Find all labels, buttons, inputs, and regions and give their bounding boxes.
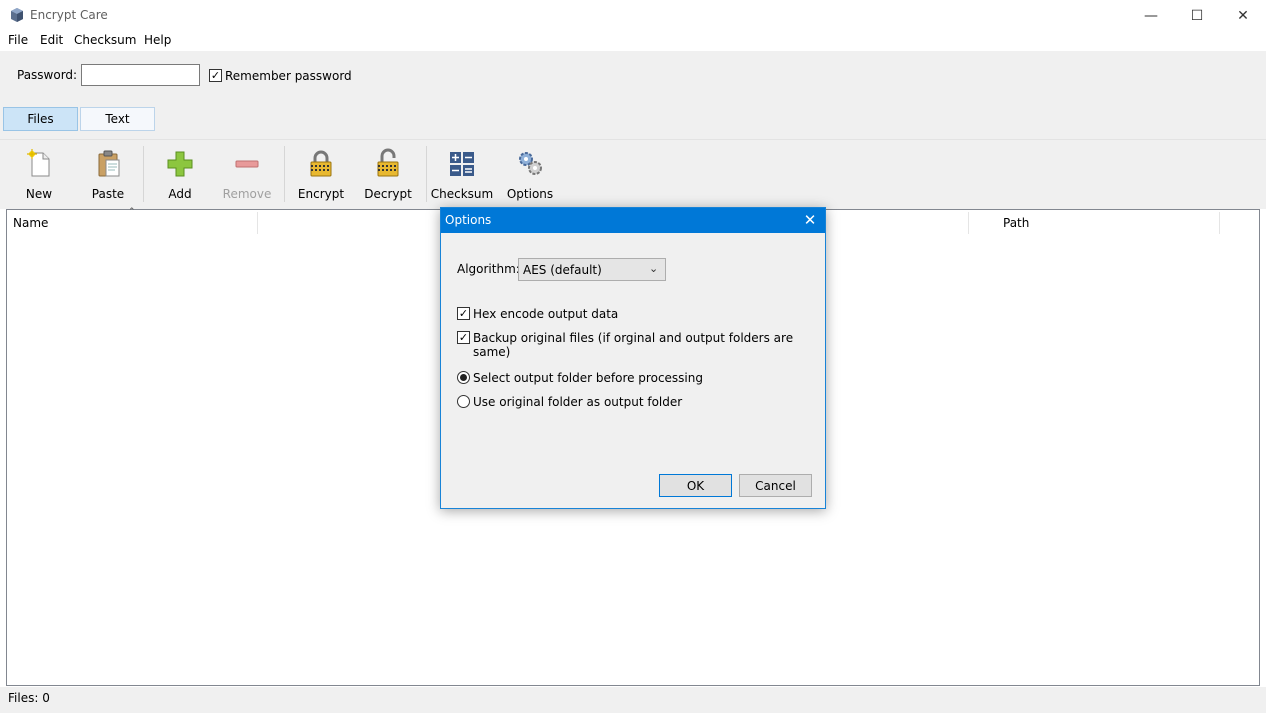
column-header-name[interactable]: Name	[13, 216, 48, 230]
minimize-icon: —	[1144, 7, 1158, 24]
menu-bar	[0, 31, 1266, 51]
use-original-folder-radio[interactable]	[457, 395, 470, 408]
select-output-folder-radio[interactable]	[457, 371, 470, 384]
encrypt-button[interactable]: Encrypt	[298, 148, 344, 202]
options-label: Options	[506, 187, 554, 201]
encrypt-label: Encrypt	[297, 187, 345, 201]
status-file-count: Files: 0	[8, 691, 50, 705]
maximize-icon: ☐	[1190, 7, 1204, 24]
dialog-title-bar	[441, 208, 825, 233]
algorithm-select[interactable]: AES (default) ⌄	[518, 258, 666, 281]
password-label: Password:	[17, 68, 78, 82]
column-divider[interactable]	[968, 212, 969, 234]
maximize-button[interactable]: ☐	[1174, 0, 1220, 31]
new-file-icon	[23, 148, 55, 180]
backup-files-label: Backup original files (if orginal and ou…	[473, 331, 794, 359]
password-input[interactable]	[81, 64, 200, 86]
toolbar-separator	[143, 146, 144, 202]
checksum-button[interactable]: Checksum	[430, 148, 494, 202]
dialog-close-button[interactable]: ✕	[799, 210, 821, 230]
add-label: Add	[168, 187, 192, 201]
remove-label: Remove	[222, 187, 272, 201]
menu-help[interactable]: Help	[144, 33, 171, 47]
options-dialog: Options ✕ Algorithm: AES (default) ⌄ ✓ H…	[440, 207, 826, 509]
backup-files-checkbox[interactable]: ✓	[457, 331, 470, 344]
column-header-path[interactable]: Path	[1003, 216, 1029, 230]
options-gear-icon	[514, 148, 546, 180]
column-divider[interactable]	[1219, 212, 1220, 234]
menu-checksum[interactable]: Checksum	[74, 33, 136, 47]
decrypt-label: Decrypt	[364, 187, 412, 201]
paste-icon	[92, 148, 124, 180]
checksum-label: Checksum	[430, 187, 494, 201]
status-bar	[0, 687, 1266, 713]
radio-selected-dot	[460, 374, 467, 381]
tab-divider	[0, 139, 1266, 140]
close-icon: ✕	[1237, 7, 1249, 24]
paste-label: Paste	[91, 187, 125, 201]
close-icon: ✕	[803, 211, 817, 229]
use-original-folder-label: Use original folder as output folder	[473, 395, 683, 409]
checksum-icon	[446, 148, 478, 180]
encrypt-lock-icon	[305, 148, 337, 180]
add-button[interactable]: Add	[158, 148, 202, 202]
menu-edit[interactable]: Edit	[40, 33, 63, 47]
ok-button[interactable]: OK	[659, 474, 732, 497]
dialog-title: Options	[445, 213, 492, 227]
hex-encode-label: Hex encode output data	[473, 307, 619, 321]
toolbar-separator	[284, 146, 285, 202]
window-title: Encrypt Care	[30, 8, 108, 22]
new-button[interactable]: New	[17, 148, 61, 202]
select-output-folder-label: Select output folder before processing	[473, 371, 703, 385]
decrypt-button[interactable]: Decrypt	[364, 148, 412, 202]
tab-files[interactable]: Files	[3, 107, 78, 131]
close-button[interactable]: ✕	[1220, 0, 1266, 31]
tab-text[interactable]: Text	[80, 107, 155, 131]
cancel-button[interactable]: Cancel	[739, 474, 812, 497]
menu-file[interactable]: File	[8, 33, 28, 47]
chevron-down-icon: ⌄	[649, 262, 659, 275]
options-button[interactable]: Options	[506, 148, 554, 202]
decrypt-lock-icon	[372, 148, 404, 180]
remove-icon	[231, 148, 263, 180]
remember-password-checkbox[interactable]: ✓	[209, 69, 222, 82]
hex-encode-checkbox[interactable]: ✓	[457, 307, 470, 320]
minimize-button[interactable]: —	[1128, 0, 1174, 31]
toolbar-separator	[426, 146, 427, 202]
column-divider[interactable]	[257, 212, 258, 234]
paste-button[interactable]: Paste	[86, 148, 130, 202]
remember-password-label: Remember password	[225, 69, 352, 83]
sort-ascending-icon: ⌃	[128, 207, 136, 217]
add-icon	[164, 148, 196, 180]
remove-button[interactable]: Remove	[222, 148, 272, 202]
app-icon	[10, 8, 24, 22]
algorithm-value: AES (default)	[523, 263, 602, 277]
title-bar	[0, 0, 1266, 31]
new-label: New	[25, 187, 53, 201]
algorithm-label: Algorithm:	[457, 262, 520, 276]
